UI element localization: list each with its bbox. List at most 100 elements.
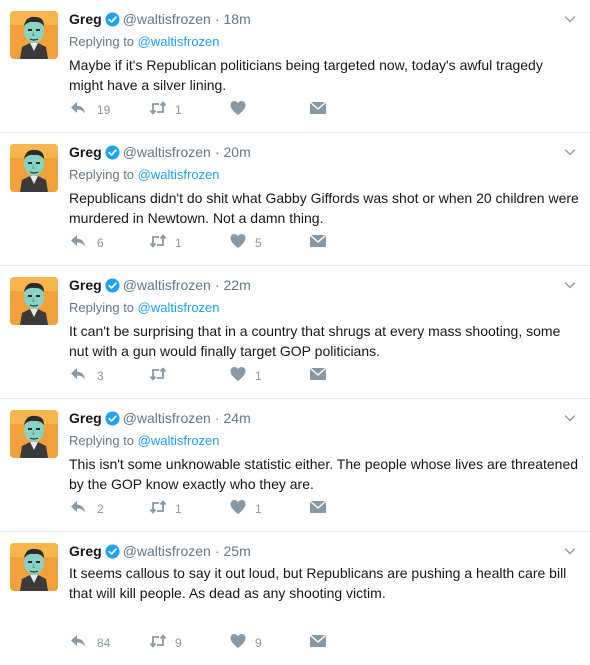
like-count: 9 [255, 635, 262, 650]
retweet-icon [149, 99, 167, 120]
reply-button[interactable]: 2 [69, 498, 149, 519]
like-button[interactable]: 1 [229, 498, 309, 519]
replying-to-label: Replying to [69, 34, 135, 49]
user-handle[interactable]: @waltisfrozen [123, 410, 211, 426]
verified-badge-icon [105, 144, 120, 160]
replying-to-handle[interactable]: @waltisfrozen [138, 34, 220, 49]
retweet-button[interactable]: 1 [149, 232, 229, 253]
chevron-down-icon[interactable] [564, 145, 576, 157]
tweet-actions: 19 1 [69, 99, 389, 120]
user-handle[interactable]: @waltisfrozen [123, 11, 211, 27]
tweet-actions: 2 1 1 [69, 498, 389, 519]
separator-dot: · [214, 11, 220, 27]
tweet[interactable]: Greg @waltisfrozen · 22m Replying to @wa… [0, 266, 590, 399]
pop-art-portrait-icon [10, 277, 58, 325]
tweet[interactable]: Greg @waltisfrozen · 18m Replying to @wa… [0, 0, 590, 133]
avatar[interactable] [10, 410, 58, 458]
like-button[interactable]: 1 [229, 365, 309, 386]
envelope-icon [309, 498, 327, 519]
reply-button[interactable]: 6 [69, 232, 149, 253]
pop-art-portrait-icon [10, 144, 58, 192]
reply-button[interactable]: 84 [69, 632, 149, 653]
direct-message-button[interactable] [309, 232, 389, 253]
tweet-header: Greg @waltisfrozen · 22m [69, 275, 576, 295]
chevron-down-icon[interactable] [564, 278, 576, 290]
heart-icon [229, 632, 247, 653]
avatar[interactable] [10, 543, 58, 591]
timestamp[interactable]: 25m [224, 543, 251, 559]
chevron-down-icon[interactable] [564, 544, 576, 556]
replying-to: Replying to @waltisfrozen [69, 432, 576, 450]
retweet-button[interactable]: 1 [149, 99, 229, 120]
avatar[interactable] [10, 11, 58, 59]
pop-art-portrait-icon [10, 11, 58, 59]
verified-badge-icon [105, 277, 120, 293]
like-button[interactable]: 9 [229, 632, 309, 653]
reply-count: 3 [97, 368, 104, 383]
separator-dot: · [214, 543, 220, 559]
verified-badge-icon [105, 11, 120, 27]
retweet-count: 9 [175, 635, 182, 650]
direct-message-button[interactable] [309, 99, 389, 120]
pop-art-portrait-icon [10, 543, 58, 591]
direct-message-button[interactable] [309, 498, 389, 519]
like-count: 1 [255, 501, 262, 516]
envelope-icon [309, 232, 327, 253]
tweet-actions: 3 1 [69, 365, 389, 386]
heart-icon [229, 498, 247, 519]
verified-badge-icon [105, 543, 120, 559]
retweet-icon [149, 232, 167, 253]
chevron-down-icon[interactable] [564, 411, 576, 423]
direct-message-button[interactable] [309, 365, 389, 386]
tweet[interactable]: Greg @waltisfrozen · 24m Replying to @wa… [0, 399, 590, 532]
reply-button[interactable]: 3 [69, 365, 149, 386]
avatar[interactable] [10, 277, 58, 325]
reply-count: 19 [97, 102, 111, 117]
retweet-button[interactable]: 9 [149, 632, 229, 653]
reply-icon [69, 632, 87, 653]
user-name[interactable]: Greg [69, 11, 102, 27]
tweet-text: Maybe if it's Republican politicians bei… [69, 57, 543, 93]
timestamp[interactable]: 22m [224, 277, 251, 293]
reply-icon [69, 498, 87, 519]
direct-message-button[interactable] [309, 632, 389, 653]
avatar[interactable] [10, 144, 58, 192]
tweet-content: Greg @waltisfrozen · 22m Replying to @wa… [69, 275, 576, 361]
retweet-count: 1 [175, 501, 182, 516]
separator-dot: · [214, 410, 220, 426]
heart-icon [229, 99, 247, 120]
user-handle[interactable]: @waltisfrozen [123, 277, 211, 293]
user-name[interactable]: Greg [69, 277, 102, 293]
like-count: 5 [255, 235, 262, 250]
user-name[interactable]: Greg [69, 144, 102, 160]
timestamp[interactable]: 24m [224, 410, 251, 426]
like-button[interactable] [229, 99, 309, 120]
replying-to: Replying to @waltisfrozen [69, 33, 576, 51]
replying-to-handle[interactable]: @waltisfrozen [138, 300, 220, 315]
like-button[interactable]: 5 [229, 232, 309, 253]
retweet-button[interactable]: 1 [149, 498, 229, 519]
replying-to-label: Replying to [69, 300, 135, 315]
tweet-actions: 84 9 9 [69, 632, 389, 653]
reply-button[interactable]: 19 [69, 99, 149, 120]
timestamp[interactable]: 18m [224, 11, 251, 27]
replying-to-handle[interactable]: @waltisfrozen [138, 167, 220, 182]
timestamp[interactable]: 20m [224, 144, 251, 160]
user-handle[interactable]: @waltisfrozen [123, 144, 211, 160]
tweet[interactable]: Greg @waltisfrozen · 25m It seems callou… [0, 532, 590, 665]
replying-to: Replying to @waltisfrozen [69, 166, 576, 184]
reply-icon [69, 365, 87, 386]
tweet[interactable]: Greg @waltisfrozen · 20m Replying to @wa… [0, 133, 590, 266]
replying-to-handle[interactable]: @waltisfrozen [138, 433, 220, 448]
tweet-text: Republicans didn't do shit what Gabby Gi… [69, 190, 579, 226]
user-name[interactable]: Greg [69, 543, 102, 559]
retweet-button[interactable] [149, 365, 229, 386]
chevron-down-icon[interactable] [564, 12, 576, 24]
heart-icon [229, 365, 247, 386]
user-handle[interactable]: @waltisfrozen [123, 543, 211, 559]
heart-icon [229, 232, 247, 253]
separator-dot: · [214, 144, 220, 160]
envelope-icon [309, 632, 327, 653]
tweet-content: Greg @waltisfrozen · 24m Replying to @wa… [69, 408, 578, 494]
user-name[interactable]: Greg [69, 410, 102, 426]
